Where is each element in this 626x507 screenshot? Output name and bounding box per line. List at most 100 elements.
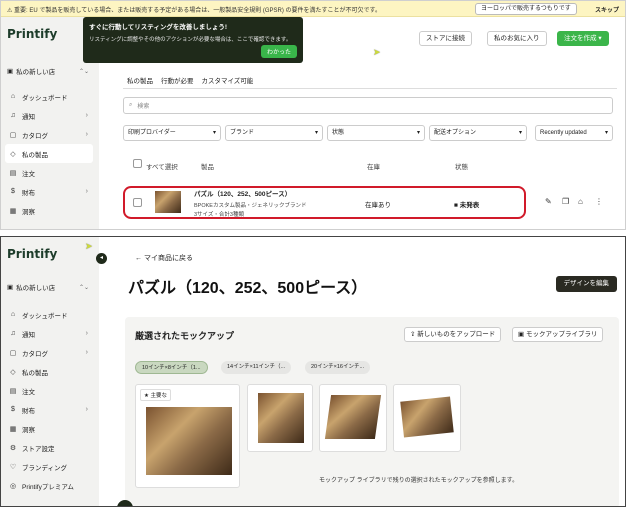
mockup-library-button[interactable]: ▣ モックアップライブラリ [512, 327, 604, 342]
gear-icon: ⚙ [9, 444, 17, 452]
size-chip-14x11[interactable]: 14インチ×11インチ（... [221, 361, 292, 374]
product-list-screen: ⚠ 重要: EU で製品を販売している場合、または販売する予定がある場合は、一般… [0, 0, 626, 230]
product-title[interactable]: パズル（120、252、500ピース） [194, 188, 291, 198]
connect-store-button[interactable]: ストアに接続 [419, 31, 472, 46]
sell-in-europe-button[interactable]: ヨーロッパで販売するつもりです [475, 3, 577, 15]
sort-select[interactable]: Recently updated ▾ [535, 125, 613, 141]
orders-icon: ▤ [9, 387, 17, 395]
sidebar-item-label: カタログ [22, 350, 48, 358]
filter-brand[interactable]: ブランド ▾ [225, 125, 323, 141]
size-chip-10x8[interactable]: 10インチ×8インチ（1... [135, 361, 208, 374]
sidebar-item-my-products[interactable]: ◇ 私の製品 [5, 144, 93, 163]
sidebar-item-orders[interactable]: ▤ 注文 [5, 381, 93, 400]
mockup-image [400, 396, 454, 438]
sidebar-item-branding[interactable]: ♡ ブランディング [5, 457, 93, 476]
sidebar-item-catalog[interactable]: ▢ カタログ › [5, 125, 93, 144]
sidebar-item-label: 私の製品 [22, 151, 48, 159]
search-placeholder: 検索 [137, 104, 150, 110]
edit-icon[interactable]: ✎ [545, 197, 552, 206]
mouse-cursor-icon: ➤ [85, 241, 93, 251]
mockup-library-note: モックアップ ライブラリで残りの選択されたモックアップを参照します。 [319, 478, 519, 484]
column-product: 製品 [201, 164, 214, 171]
product-thumbnail[interactable] [155, 191, 181, 213]
favorites-button[interactable]: 私のお気に入り [487, 31, 547, 46]
gpsr-banner: ⚠ 重要: EU で製品を販売している場合、または販売する予定がある場合は、一般… [1, 1, 625, 17]
filter-label: ブランド [230, 130, 255, 136]
chevron-updown-icon: ⌃⌄ [78, 68, 89, 75]
tag-icon: ◇ [10, 150, 16, 158]
product-tabs: 私の製品 行動が必要 カスタマイズ可能 [127, 75, 253, 89]
store-selector[interactable]: ▣ 私の新しい店 ⌃⌄ [5, 279, 93, 295]
sidebar-item-label: Printifyプレミアム [22, 483, 74, 491]
sidebar-item-insights[interactable]: ▦ 洞察 [5, 201, 93, 220]
more-options-icon[interactable]: ⋮ [595, 197, 603, 206]
sidebar-nav: ⌂ ダッシュボード ♫ 通知 › ▢ カタログ › ◇ 私の製品 ▤ 注文 $ 財布 › ▦ 洞察 … [5, 305, 93, 495]
mockup-3[interactable] [319, 384, 387, 452]
publish-status-badge: ■ 未発表 [454, 202, 480, 209]
sidebar-item-label: 私の製品 [22, 369, 48, 377]
product-subtitle: BPOKEカスタム製品・ジェネリックブランド [194, 203, 307, 209]
sidebar-item-insights[interactable]: ▦ 洞察 [5, 419, 93, 438]
sidebar: Printify ▣ 私の新しい店 ⌃⌄ ⌂ ダッシュボード ♫ 通知 › ▢ カタログ… [1, 237, 99, 506]
insights-icon: ▦ [9, 207, 17, 215]
dollar-icon: $ [11, 188, 15, 195]
page-title: パズル（120、252、500ピース） [128, 280, 368, 297]
search-icon: ⌕ [129, 102, 133, 108]
filter-shipping[interactable]: 配送オプション ▾ [429, 125, 527, 141]
tab-action-required[interactable]: 行動が必要 [161, 75, 194, 89]
edit-design-button[interactable]: デザインを編集 [555, 276, 617, 292]
upload-new-button[interactable]: ⇪ 新しいものをアップロード [404, 327, 502, 342]
chevron-right-icon: › [85, 131, 88, 138]
collapse-sidebar-icon[interactable]: ◂ [96, 253, 107, 264]
sidebar-item-dashboard[interactable]: ⌂ ダッシュボード [5, 305, 93, 324]
library-label: モックアップライブラリ [525, 331, 598, 338]
sidebar-item-label: 財布 [22, 407, 35, 415]
row-checkbox[interactable] [133, 198, 142, 207]
sidebar-item-label: ダッシュボード [22, 312, 68, 320]
sidebar-item-orders[interactable]: ▤ 注文 [5, 163, 93, 182]
sidebar-item-store-settings[interactable]: ⚙ ストア設定 [5, 438, 93, 457]
publish-icon[interactable]: ⌂ [578, 197, 583, 206]
chevron-right-icon: › [85, 349, 88, 356]
tooltip-ok-button[interactable]: わかった [260, 45, 297, 58]
filter-print-provider[interactable]: 印刷プロバイダー ▾ [123, 125, 221, 141]
sidebar-item-notifications[interactable]: ♫ 通知 › [5, 324, 93, 343]
back-to-products-link[interactable]: ← マイ商品に戻る [135, 253, 193, 263]
sidebar-item-wallet[interactable]: $ 財布 › [5, 182, 93, 201]
mockup-2[interactable] [247, 384, 313, 452]
sidebar-item-notifications[interactable]: ♫ 通知 › [5, 106, 93, 125]
chevron-updown-icon: ⌃⌄ [78, 284, 89, 291]
filter-label: 印刷プロバイダー [128, 130, 176, 136]
sidebar-item-premium[interactable]: ◎ Printifyプレミアム [5, 476, 93, 495]
banner-text: ⚠ 重要: EU で製品を販売している場合、または販売する予定がある場合は、一般… [7, 8, 381, 14]
home-icon: ⌂ [10, 93, 16, 100]
sidebar-item-label: 注文 [22, 388, 35, 396]
printify-logo[interactable]: Printify [7, 27, 57, 41]
mouse-cursor-icon: ➤ [373, 47, 381, 57]
home-icon: ⌂ [10, 311, 16, 318]
store-icon: ▣ [7, 284, 14, 291]
size-chip-20x16[interactable]: 20インチ×16インチ... [305, 361, 371, 374]
dollar-icon: $ [11, 406, 15, 413]
sidebar-item-dashboard[interactable]: ⌂ ダッシュボード [5, 87, 93, 106]
sidebar-item-my-products[interactable]: ◇ 私の製品 [5, 362, 93, 381]
tab-my-products[interactable]: 私の製品 [127, 75, 153, 89]
tab-customizable[interactable]: カスタマイズ可能 [202, 75, 254, 89]
column-stock: 在庫 [367, 164, 380, 171]
mockup-4[interactable] [393, 384, 461, 452]
chevron-right-icon: › [85, 112, 88, 119]
create-order-button[interactable]: 注文を作成 ▾ [557, 31, 609, 46]
store-selector[interactable]: ▣ 私の新しい店 ⌃⌄ [5, 63, 93, 79]
mockup-image [258, 393, 304, 443]
skip-link[interactable]: スキップ [595, 5, 619, 14]
sidebar-item-wallet[interactable]: $ 財布 › [5, 400, 93, 419]
copy-icon[interactable]: ❐ [562, 197, 569, 206]
search-input[interactable]: ⌕ 検索 [123, 97, 613, 114]
mockup-image [324, 395, 382, 439]
sidebar-item-label: ブランディング [22, 464, 68, 472]
filter-status[interactable]: 状態 ▾ [327, 125, 425, 141]
sidebar-item-label: ストア設定 [22, 445, 55, 453]
select-all-checkbox[interactable] [133, 159, 142, 168]
sidebar-item-catalog[interactable]: ▢ カタログ › [5, 343, 93, 362]
printify-logo[interactable]: Printify [7, 247, 57, 261]
